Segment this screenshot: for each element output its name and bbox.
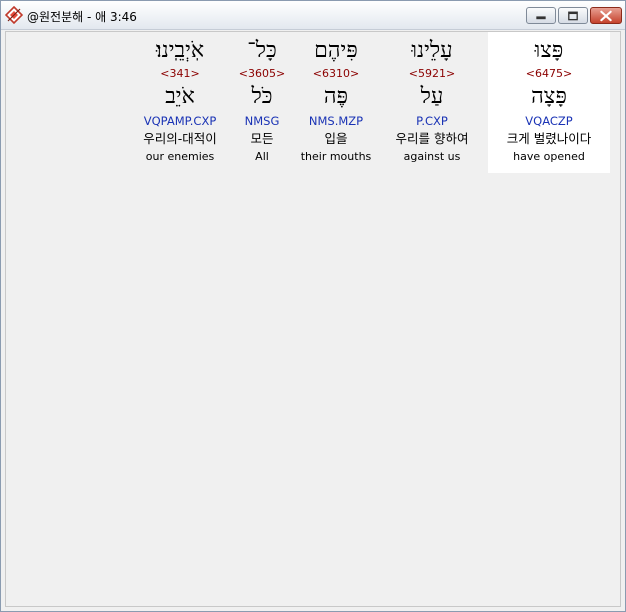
parsing-code: NMSG [244, 114, 280, 128]
english-gloss: against us [403, 150, 461, 163]
minimize-button[interactable] [526, 7, 556, 24]
parsing-code: VQACZP [525, 114, 573, 128]
hebrew-lemma: אֹיֵב [165, 84, 195, 109]
parsing-code: P.CXP [416, 114, 448, 128]
interlinear-panel: אֹֽיְבֵֽינוּ׃ <341> אֹיֵב VQPAMP.CXP 우리의… [5, 31, 621, 607]
hebrew-lemma: כֹּל [251, 84, 273, 109]
strong-number[interactable]: <3605> [234, 67, 290, 81]
korean-gloss: 크게 벌렸나이다 [506, 131, 592, 146]
english-gloss: our enemies [145, 150, 215, 163]
title-bar[interactable]: @원전분해 - 애 3:46 [1, 1, 625, 30]
english-gloss: All [255, 150, 269, 163]
word-column-their-mouths[interactable]: פִּיהֶם <6310> פֶּה NMS.MZP 입을 their mou… [296, 32, 376, 173]
english-gloss: have opened [513, 150, 585, 163]
strong-number[interactable]: <5921> [382, 67, 482, 81]
english-gloss: their mouths [300, 150, 372, 163]
word-column-have-opened[interactable]: פָּצוּ <6475> פָּצָה VQACZP 크게 벌렸나이다 hav… [488, 32, 610, 173]
close-icon [600, 10, 612, 22]
korean-gloss: 입을 [324, 131, 348, 146]
word-column-our-enemies[interactable]: אֹֽיְבֵֽינוּ׃ <341> אֹיֵב VQPAMP.CXP 우리의… [134, 32, 226, 173]
hebrew-lemma: פֶּה [323, 84, 349, 109]
korean-gloss: 우리를 향하여 [395, 131, 469, 146]
hebrew-word: אֹֽיְבֵֽינוּ׃ [155, 38, 205, 63]
maximize-icon [568, 11, 578, 21]
app-window: @원전분해 - 애 3:46 אֹֽיְבֵֽינוּ׃ <341> אֹיֵב… [0, 0, 626, 612]
parsing-code: NMS.MZP [308, 114, 364, 128]
maximize-button[interactable] [558, 7, 588, 24]
strong-number[interactable]: <6310> [296, 67, 376, 81]
close-button[interactable] [590, 7, 622, 24]
hebrew-word: עָלֵינוּ [411, 38, 453, 63]
window-title: @원전분해 - 애 3:46 [27, 10, 137, 24]
word-column-all[interactable]: כָּל־ <3605> כֹּל NMSG 모든 All [234, 32, 290, 173]
strong-number[interactable]: <6475> [488, 67, 610, 81]
parsing-code: VQPAMP.CXP [143, 114, 217, 128]
korean-gloss: 우리의-대적이 [143, 131, 217, 146]
app-logo-icon [5, 6, 23, 24]
hebrew-word: פָּצוּ [534, 38, 564, 63]
hebrew-word: פִּיהֶם [314, 38, 358, 63]
hebrew-word: כָּל־ [247, 38, 277, 63]
word-column-against-us[interactable]: עָלֵינוּ <5921> עַל P.CXP 우리를 향하여 agains… [382, 32, 482, 173]
minimize-icon [536, 16, 546, 20]
hebrew-lemma: עַל [420, 84, 444, 109]
strong-number[interactable]: <341> [134, 67, 226, 81]
korean-gloss: 모든 [250, 131, 274, 146]
hebrew-lemma: פָּצָה [531, 84, 567, 109]
